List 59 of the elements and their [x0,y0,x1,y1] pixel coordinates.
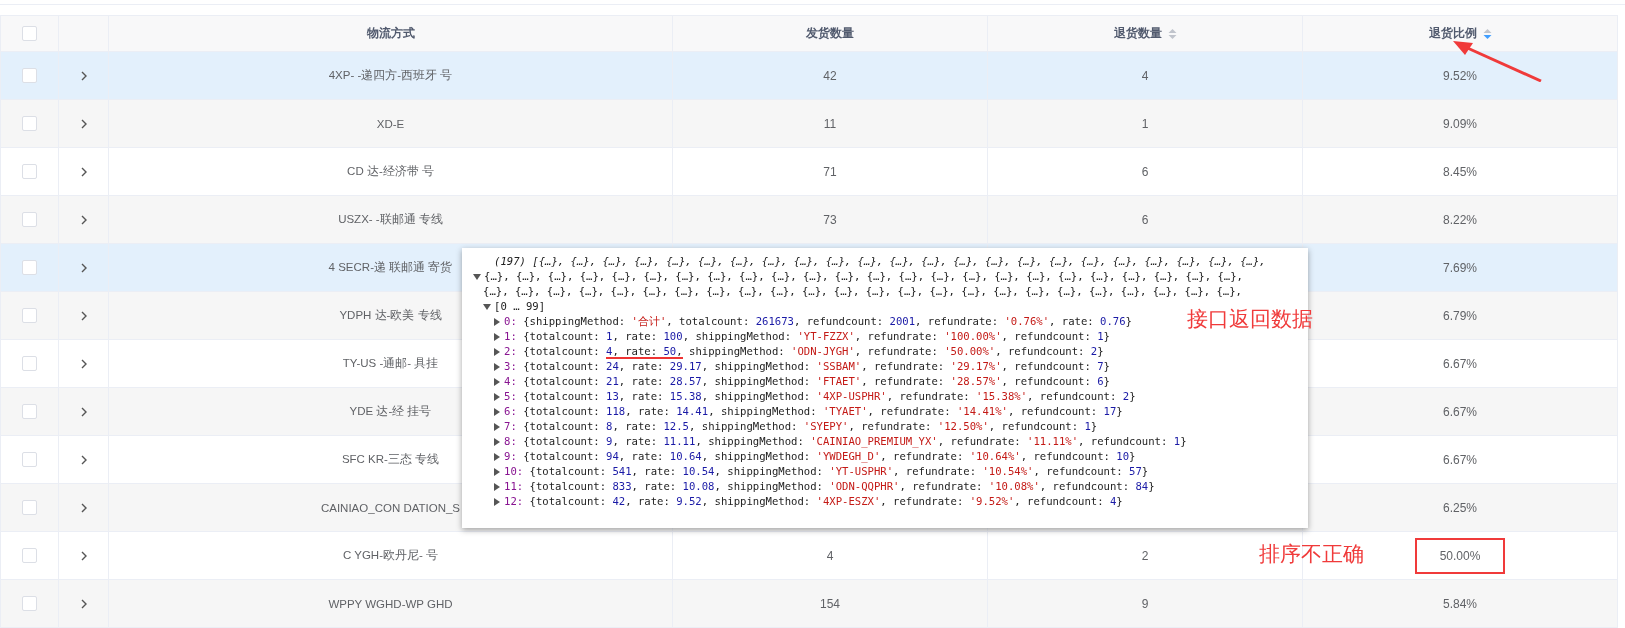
column-header: 发货数量 [806,25,854,42]
table-cell: 6.67% [1443,356,1477,371]
table-cell: YDE 达-经 挂号 [349,404,432,419]
table-cell: 6 [1141,212,1149,227]
table-cell: 7.69% [1443,260,1477,275]
table-cell: USZX- -联邮通 专线 [338,212,443,227]
table-cell: XD-E [376,117,405,130]
console-entry: 7: {totalcount: 8, rate: 12.5, shippingMethod: 'SYEPY', refundrate: '12.50%', refundcount: 1} [504,419,1098,434]
highlight-frame: 50.00% [1415,537,1505,574]
console-entry: 2: {totalcount: 4, rate: 50, shippingMethod: 'ODN-JYGH', refundrate: '50.00%', refundcount: 2} [504,344,1104,359]
table-cell: 11 [823,116,837,131]
table-cell: CAINIAO_CON DATION_S [320,501,461,514]
table-cell: TY-US -通邮- 具挂 [342,356,439,371]
table-cell: 4XP- -递四方-西班牙 号 [328,68,453,83]
table-cell: 4 [1141,68,1149,83]
console-entry: 0: {shippingMethod: '合计', totalcount: 261673, refundcount: 2001, refundrate: '0.76%', rate: 0.76} [504,314,1132,329]
table-cell: 4 [826,548,834,563]
table-cell: 6.67% [1443,404,1477,419]
table-cell: 6 [1141,164,1149,179]
console-entry: 3: {totalcount: 24, rate: 29.17, shippingMethod: 'SSBAM', refundrate: '29.17%', refundcount: 7} [504,359,1110,374]
console-text: (197) [{…}, {…}, {…}, {…}, {…}, {…}, {…}, {…}, {…}, {…}, {…}, {…}, {…}, {…}, {…}, {…}, {…}, {…}, {…}, {…}, {…}, {…}, {…}, [494,254,1266,269]
console-entry: 5: {totalcount: 13, rate: 15.38, shippingMethod: '4XP-USPHR', refundrate: '15.38%', refundcount: 2} [504,389,1136,404]
table-cell: CD 达-经济带 号 [347,164,434,179]
table-cell: WPPY WGHD-WP GHD [328,597,453,610]
table-cell: 1 [1141,116,1149,131]
console-entry: 8: {totalcount: 9, rate: 11.11, shippingMethod: 'CAINIAO_PREMIUM_YX', refundrate: '11.11%', refundcount: 1} [504,434,1187,449]
table-cell: 6.67% [1443,452,1477,467]
table-cell: 42 [823,68,837,83]
table-cell: C YGH-欧丹尼- 号 [342,548,439,563]
table-cell: 6.79% [1443,308,1477,323]
column-header: 退货比例 [1428,25,1477,42]
table-cell: 4 SECR-递 联邮通 寄货 [328,260,453,275]
console-entry: 9: {totalcount: 94, rate: 10.64, shippingMethod: 'YWDEGH_D', refundrate: '10.64%', refundcount: 10} [504,449,1136,464]
table-cell: 6.25% [1443,500,1477,515]
console-text: {…}, {…}, {…}, {…}, {…}, {…}, {…}, {…}, {…}, {…}, {…}, {…}, {…}, {…}, {…}, {…}, {…}, {…}, {…}, {…}, {…}, {…}, {…}, {…}, [484,269,1243,284]
table-cell: 8.45% [1443,164,1477,179]
column-header: 退货数量 [1113,25,1162,42]
column-header: 物流方式 [366,25,415,42]
table-cell: 9 [1141,596,1149,611]
annotation-text: 接口返回数据 [1187,306,1313,332]
console-entry: 4: {totalcount: 21, rate: 28.57, shippingMethod: 'FTAET', refundrate: '28.57%', refundcount: 6} [504,374,1110,389]
table-cell: 73 [823,212,837,227]
table-cell: 71 [823,164,837,179]
console-text: {…}, {…}, {…}, {…}, {…}, {…}, {…}, {…}, {…}, {…}, {…}, {…}, {…}, {…}, {…}, {…}, {…}, {…}, {…}, {…}, {…}, {…}, {…}, {…}, [483,284,1242,299]
console-entry: 10: {totalcount: 541, rate: 10.54, shippingMethod: 'YT-USPHR', refundrate: '10.54%', refundcount: 57} [504,464,1149,479]
table-cell: 2 [1141,548,1149,563]
console-entry: 1: {totalcount: 1, rate: 100, shippingMethod: 'YT-FZZX', refundrate: '100.00%', refundcount: 1} [504,329,1110,344]
table-cell: 8.22% [1443,212,1477,227]
console-entry: 12: {totalcount: 42, rate: 9.52, shippingMethod: '4XP-ESZX', refundrate: '9.52%', refundcount: 4} [504,494,1123,509]
table-cell: 5.84% [1443,596,1477,611]
table-cell: YDPH 达-欧美 专线 [339,308,442,323]
console-entry: 11: {totalcount: 833, rate: 10.08, shippingMethod: 'ODN-QQPHR', refundrate: '10.08%', refundcount: 84} [504,479,1155,494]
console-entry: 6: {totalcount: 118, rate: 14.41, shippingMethod: 'TYAET', refundrate: '14.41%', refundcount: 17} [504,404,1123,419]
table-cell: 9.09% [1443,116,1477,131]
annotation-text: 排序不正确 [1259,541,1364,567]
table-cell: 154 [820,596,840,611]
table-cell: SFC KR-三态 专线 [341,452,440,467]
console-text: [0 … 99] [494,299,546,314]
table-cell: 9.52% [1443,68,1477,83]
